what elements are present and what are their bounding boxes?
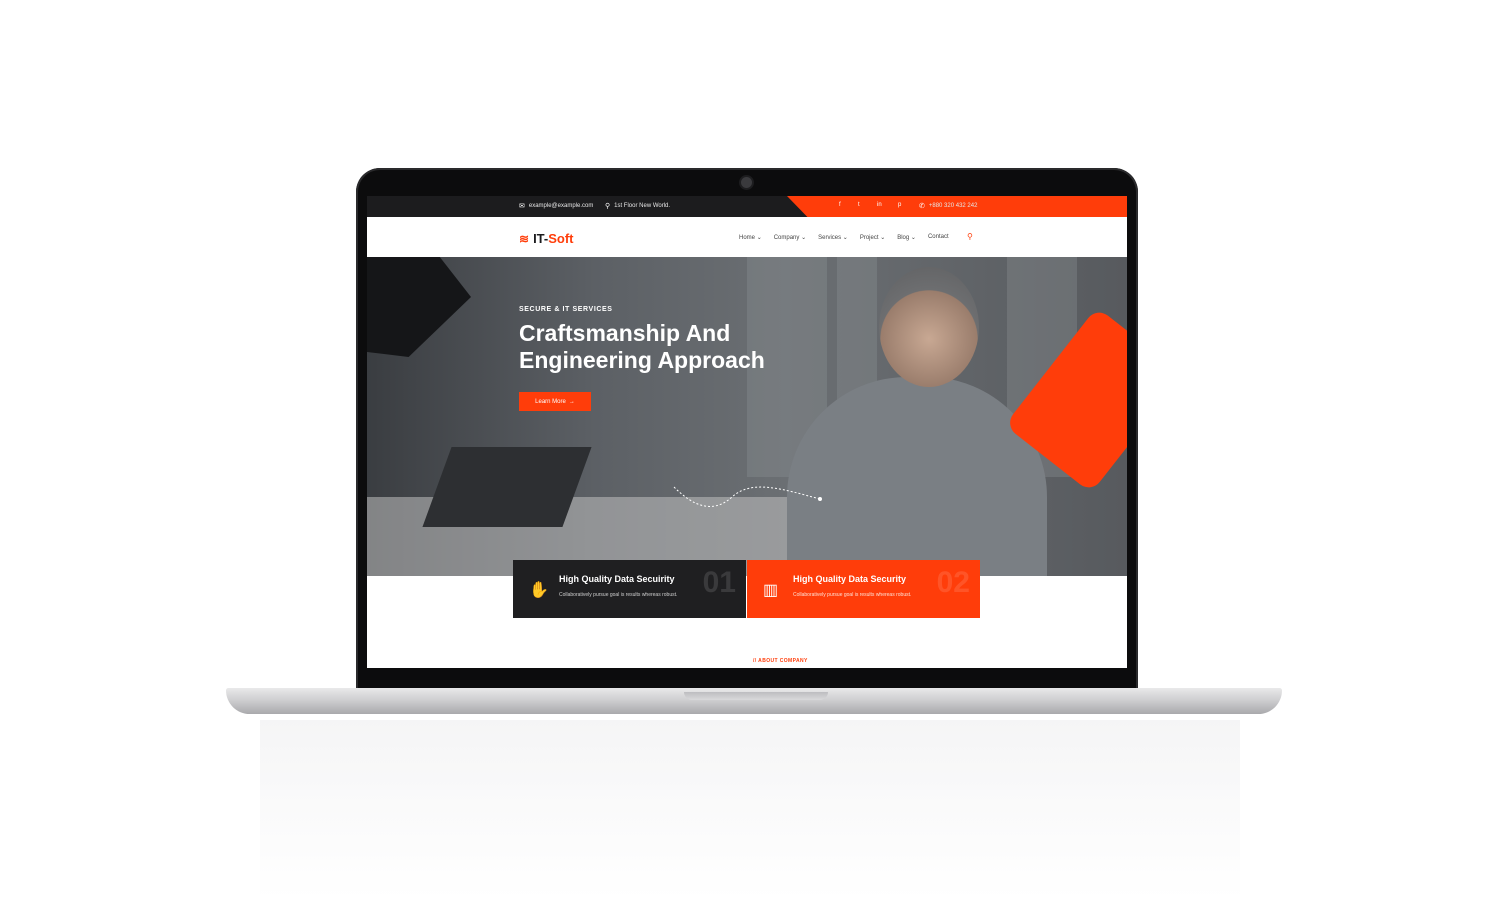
learn-more-label: Learn More <box>535 398 566 405</box>
chart-icon: ▥ <box>763 582 779 599</box>
fingerprint-icon: ✋ <box>529 582 549 599</box>
feature-card-number: 02 <box>936 566 970 599</box>
learn-more-button[interactable]: Learn More → <box>519 392 591 411</box>
envelope-icon: ✉ <box>519 203 525 210</box>
feature-card-title: High Quality Data Security <box>793 574 907 584</box>
website-screen: ✉ example@example.com ⚲ 1st Floor New Wo… <box>367 196 1127 668</box>
nav-home[interactable]: Home ⌄ <box>739 234 762 241</box>
feature-card-1[interactable]: ✋ High Quality Data Secuirity Collaborat… <box>513 560 746 618</box>
nav-blog-label: Blog <box>897 235 910 241</box>
feature-card-text: Collaboratively pursue goal is results w… <box>793 592 912 598</box>
laptop-notch <box>684 692 828 700</box>
logo-part2: Soft <box>548 231 574 246</box>
pinterest-icon[interactable]: p <box>898 202 901 208</box>
nav-home-label: Home <box>739 235 756 241</box>
chevron-down-icon: ⌄ <box>910 235 916 241</box>
about-company-tag: // ABOUT COMPANY <box>753 658 808 664</box>
nav-blog[interactable]: Blog ⌄ <box>897 234 916 241</box>
nav-contact[interactable]: Contact <box>928 234 949 241</box>
address-text: 1st Floor New World. <box>614 203 671 209</box>
hero-banner <box>367 257 1127 576</box>
logo-text: IT-Soft <box>533 231 573 246</box>
nav-project-label: Project <box>859 235 879 241</box>
feature-card-text: Collaboratively pursue goal is results w… <box>559 592 678 598</box>
phone-icon: ✆ <box>919 203 925 210</box>
nav-services[interactable]: Services ⌄ <box>818 234 848 241</box>
nav-company[interactable]: Company ⌄ <box>774 234 806 241</box>
instagram-icon[interactable]: in <box>877 202 882 208</box>
person-head-image <box>879 267 979 387</box>
nav-company-label: Company <box>773 235 800 241</box>
logo-part1: IT- <box>533 231 549 246</box>
hero-title-line2: Engineering Approach <box>519 347 765 373</box>
nav-project[interactable]: Project ⌄ <box>860 234 885 241</box>
arrow-right-icon: → <box>568 398 575 405</box>
dashed-path-decor <box>673 486 822 507</box>
hero-tagline: SECURE & IT SERVICES <box>519 306 613 313</box>
facebook-icon[interactable]: f <box>839 202 841 208</box>
site-logo[interactable]: ≋ IT-Soft <box>519 231 574 246</box>
logo-icon: ≋ <box>519 231 530 246</box>
email-text: example@example.com <box>528 203 594 209</box>
chevron-down-icon: ⌄ <box>880 235 886 241</box>
chevron-down-icon: ⌄ <box>842 235 848 241</box>
hero-laptop-image <box>422 447 592 527</box>
chevron-down-icon: ⌄ <box>756 235 762 241</box>
map-pin-icon: ⚲ <box>605 203 611 210</box>
main-nav: Home ⌄ Company ⌄ Services ⌄ Project ⌄ Bl… <box>739 234 949 241</box>
feature-card-number: 01 <box>702 566 736 599</box>
hero-title: Craftsmanship And Engineering Approach <box>519 320 819 374</box>
topbar-address: ⚲ 1st Floor New World. <box>605 202 670 210</box>
feature-card-title: High Quality Data Secuirity <box>559 574 675 584</box>
phone-text: +880 320 432 242 <box>928 203 978 209</box>
topbar-phone[interactable]: ✆ +880 320 432 242 <box>919 202 977 210</box>
lamp-shape <box>367 257 471 357</box>
webcam <box>741 177 752 188</box>
desk-reflection <box>260 720 1240 900</box>
chevron-down-icon: ⌄ <box>801 235 807 241</box>
nav-services-label: Services <box>818 235 842 241</box>
feature-card-2[interactable]: ▥ High Quality Data Security Collaborati… <box>747 560 980 618</box>
topbar-email[interactable]: ✉ example@example.com <box>519 202 593 210</box>
search-icon[interactable]: ⚲ <box>967 232 973 241</box>
twitter-icon[interactable]: t <box>858 202 860 208</box>
hero-title-line1: Craftsmanship And <box>519 320 731 346</box>
